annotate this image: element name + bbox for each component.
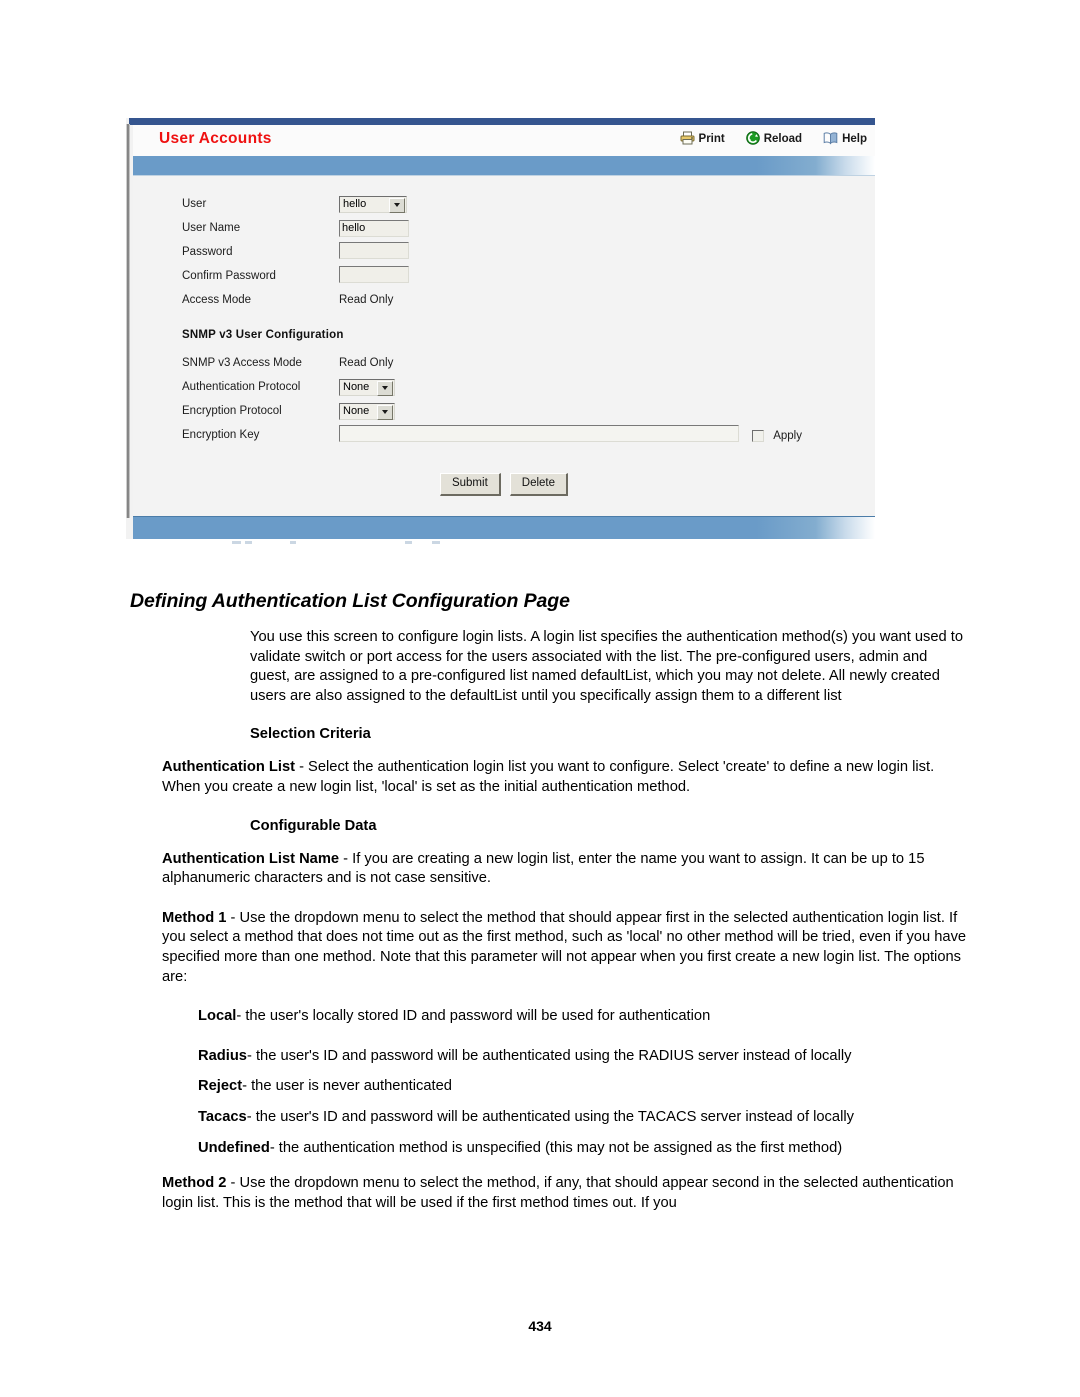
print-label: Print xyxy=(698,132,725,145)
user-select[interactable]: hello xyxy=(339,195,407,213)
printer-icon xyxy=(680,131,695,148)
form-action-buttons: Submit Delete xyxy=(133,473,875,516)
method2-term: Method 2 xyxy=(162,1175,227,1192)
method1-term: Method 1 xyxy=(162,909,227,926)
field-row-auth-protocol: Authentication Protocol None xyxy=(182,375,802,399)
auth-list-name-term: Authentication List Name xyxy=(162,850,340,867)
enc-protocol-select[interactable]: None xyxy=(339,402,395,420)
option-reject-desc: - the user is never authenticated xyxy=(242,1078,452,1095)
auth-protocol-select[interactable]: None xyxy=(339,378,395,396)
method1-desc: - Use the dropdown menu to select the me… xyxy=(162,909,967,985)
chevron-down-icon xyxy=(389,197,405,213)
configurable-data-heading: Configurable Data xyxy=(250,817,377,834)
submit-button[interactable]: Submit xyxy=(439,473,501,496)
user-select-value: hello xyxy=(343,197,367,210)
auth-protocol-value: None xyxy=(343,380,370,393)
option-local-term: Local xyxy=(198,1008,237,1025)
prose-column: You use this screen to configure login l… xyxy=(162,628,968,1213)
auth-protocol-label: Authentication Protocol xyxy=(182,381,301,393)
field-row-snmp-access-mode: SNMP v3 Access Mode Read Only xyxy=(182,351,802,375)
option-reject: Reject- the user is never authenticated xyxy=(198,1077,968,1097)
password-label: Password xyxy=(182,246,233,258)
confirm-password-input[interactable] xyxy=(339,266,409,283)
option-tacacs: Tacacs- the user's ID and password will … xyxy=(198,1108,968,1128)
field-row-confirm-password: Confirm Password xyxy=(182,264,409,288)
enc-key-input[interactable] xyxy=(339,425,739,442)
snmp-access-mode-label: SNMP v3 Access Mode xyxy=(182,357,302,369)
apply-checkbox[interactable] xyxy=(752,430,765,442)
access-mode-label: Access Mode xyxy=(182,294,252,306)
chevron-down-icon xyxy=(377,404,393,420)
auth-list-paragraph: Authentication List - Select the authent… xyxy=(162,758,968,797)
user-label: User xyxy=(182,198,207,210)
intro-paragraph: You use this screen to configure login l… xyxy=(250,629,964,704)
accent-band-top xyxy=(133,156,875,176)
panel-form-area: User hello User Name hello Password Conf… xyxy=(133,176,875,516)
option-undefined-term: Undefined xyxy=(198,1139,270,1156)
delete-button[interactable]: Delete xyxy=(509,473,569,496)
option-tacacs-desc: - the user's ID and password will be aut… xyxy=(246,1108,854,1125)
reload-icon xyxy=(745,131,760,148)
field-row-enc-protocol: Encryption Protocol None xyxy=(182,399,802,423)
section-heading: Defining Authentication List Configurati… xyxy=(130,590,570,612)
apply-label: Apply xyxy=(773,430,802,442)
field-row-user: User hello xyxy=(182,192,409,216)
user-name-input[interactable]: hello xyxy=(339,219,409,237)
panel-toolbar: Print Reload Help xyxy=(680,131,867,148)
option-radius: Radius- the user's ID and password will … xyxy=(198,1047,968,1067)
option-local: Local- the user's locally stored ID and … xyxy=(198,1007,968,1027)
apply-group: Apply xyxy=(752,430,802,442)
selection-criteria-heading: Selection Criteria xyxy=(250,726,371,743)
option-local-desc: - the user's locally stored ID and passw… xyxy=(236,1008,711,1025)
option-tacacs-term: Tacacs xyxy=(198,1108,247,1125)
field-row-user-name: User Name hello xyxy=(182,216,409,240)
enc-protocol-value: None xyxy=(343,404,370,417)
help-button[interactable]: Help xyxy=(823,131,867,148)
panel-left-rail xyxy=(126,124,130,518)
field-row-enc-key: Encryption Key Apply xyxy=(182,423,802,447)
option-undefined-desc: - the authentication method is unspecifi… xyxy=(269,1139,843,1156)
option-radius-desc: - the user's ID and password will be aut… xyxy=(246,1047,852,1064)
method1-paragraph: Method 1 - Use the dropdown menu to sele… xyxy=(162,909,968,987)
reload-button[interactable]: Reload xyxy=(745,131,803,148)
snmp-access-mode-value: Read Only xyxy=(339,357,394,369)
enc-key-label: Encryption Key xyxy=(182,429,260,441)
panel-top-border xyxy=(129,118,875,125)
help-book-icon xyxy=(823,131,838,148)
page-number: 434 xyxy=(528,1318,552,1334)
option-radius-term: Radius xyxy=(198,1047,247,1064)
panel-titlebar: User Accounts Print Reload Help xyxy=(133,125,875,156)
method2-paragraph: Method 2 - Use the dropdown menu to sele… xyxy=(162,1174,968,1213)
enc-protocol-label: Encryption Protocol xyxy=(182,405,282,417)
field-row-access-mode: Access Mode Read Only xyxy=(182,288,409,312)
user-name-label: User Name xyxy=(182,222,241,234)
field-row-password: Password xyxy=(182,240,409,264)
snmp-section-heading: SNMP v3 User Configuration xyxy=(182,329,344,341)
auth-list-name-paragraph: Authentication List Name - If you are cr… xyxy=(162,850,968,889)
user-fields-table: User hello User Name hello Password Conf… xyxy=(182,192,409,312)
confirm-password-label: Confirm Password xyxy=(182,270,276,282)
scan-artifacts xyxy=(140,539,875,549)
method2-desc: - Use the dropdown menu to select the me… xyxy=(162,1175,954,1211)
auth-list-term: Authentication List xyxy=(162,759,295,776)
reload-label: Reload xyxy=(763,132,803,145)
accent-band-bottom xyxy=(133,515,875,539)
access-mode-value: Read Only xyxy=(339,294,394,306)
print-button[interactable]: Print xyxy=(680,131,725,148)
help-label: Help xyxy=(842,132,867,145)
chevron-down-icon xyxy=(377,380,393,396)
user-accounts-screenshot: User Accounts Print Reload Help User hel… xyxy=(126,118,875,544)
option-reject-term: Reject xyxy=(198,1078,243,1095)
snmp-fields-table: SNMP v3 Access Mode Read Only Authentica… xyxy=(182,351,802,447)
page-title: User Accounts xyxy=(159,130,272,147)
option-undefined: Undefined- the authentication method is … xyxy=(198,1139,968,1159)
password-input[interactable] xyxy=(339,242,409,259)
